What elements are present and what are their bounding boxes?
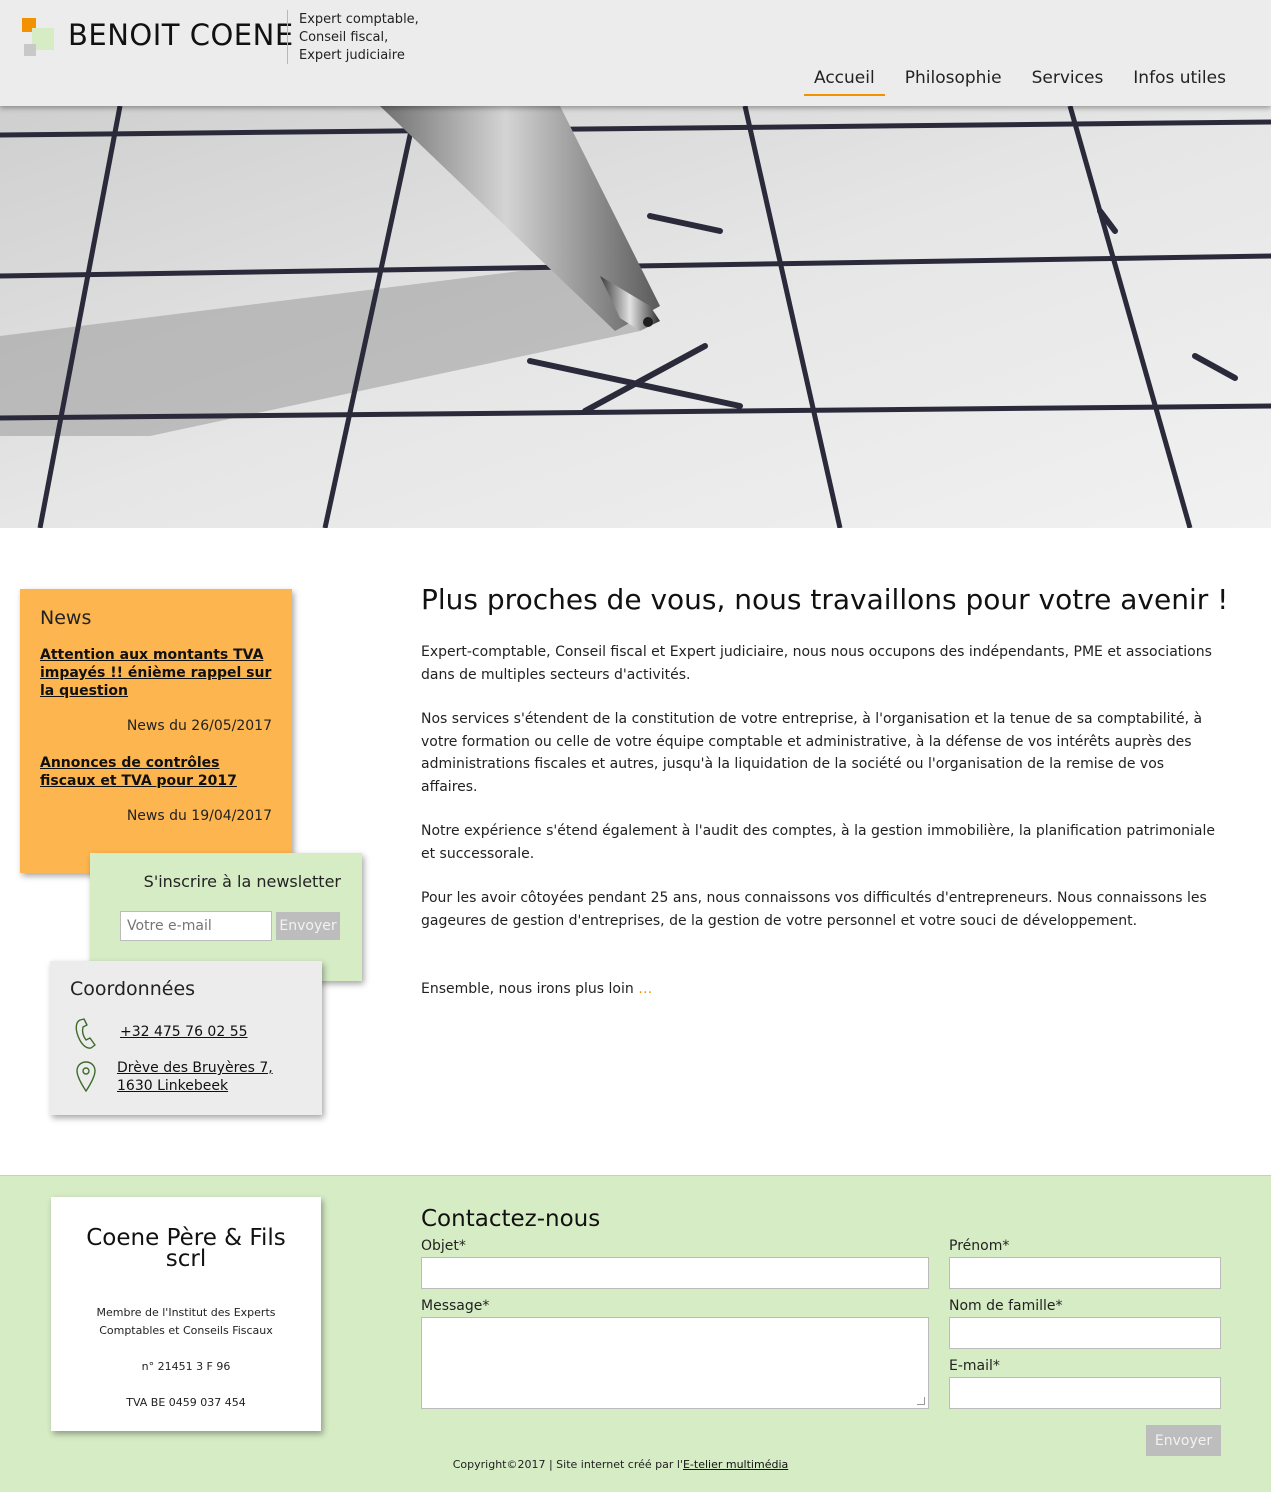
tagline-line: Conseil fiscal,: [299, 30, 389, 45]
tagline-line: Expert judiciaire: [299, 48, 405, 63]
closing-paragraph: Ensemble, nous irons plus loin …: [421, 978, 1221, 1001]
site-tagline: Expert comptable, Conseil fiscal, Expert…: [299, 11, 419, 65]
email-label: E-mail*: [949, 1358, 1000, 1374]
hero-pen-grid-illustration: [0, 106, 1271, 528]
company-registration: n° 21451 3 F 96: [141, 1360, 231, 1373]
copyright-text: Copyright©2017 | Site internet créé par …: [452, 1458, 683, 1471]
site-brand[interactable]: BENOIT COENE: [68, 18, 294, 52]
nav-item-services[interactable]: Services: [1022, 66, 1114, 96]
address-line: Drève des Bruyères 7,: [117, 1060, 273, 1076]
prenom-label: Prénom*: [949, 1238, 1010, 1254]
membership-line: Membre de l'Institut des Experts: [96, 1306, 276, 1319]
message-label: Message*: [421, 1298, 490, 1314]
nav-item-infos-utiles[interactable]: Infos utiles: [1123, 66, 1236, 96]
address-link[interactable]: Drève des Bruyères 7, 1630 Linkebeek: [117, 1059, 273, 1095]
experience-paragraph: Notre expérience s'étend également à l'a…: [421, 823, 1215, 862]
contact-form-title: Contactez-nous: [421, 1206, 601, 1232]
company-membership: Membre de l'Institut des Experts Comptab…: [51, 1304, 321, 1340]
difficulties-paragraph: Pour les avoir côtoyées pendant 25 ans, …: [421, 890, 1207, 929]
nom-input[interactable]: [949, 1317, 1221, 1349]
company-name-line: scrl: [165, 1246, 207, 1272]
news-item-date: News du 26/05/2017: [126, 718, 272, 734]
map-pin-icon: [76, 1061, 96, 1093]
site-header: BENOIT COENE Expert comptable, Conseil f…: [0, 0, 1271, 106]
agency-link[interactable]: E-telier multimédia: [683, 1458, 788, 1471]
company-vat: TVA BE 0459 037 454: [126, 1396, 246, 1409]
newsletter-email-input[interactable]: [120, 911, 272, 941]
page-title: Plus proches de vous, nous travaillons p…: [421, 583, 1229, 616]
intro-paragraph: Expert-comptable, Conseil fiscal et Expe…: [421, 644, 1212, 683]
tagline-line: Expert comptable,: [299, 12, 419, 27]
address-line: 1630 Linkebeek: [117, 1078, 229, 1094]
news-item-link[interactable]: Annonces de contrôles fiscaux et TVA pou…: [40, 754, 272, 790]
news-title: News: [40, 607, 92, 629]
closing-ellipsis: …: [638, 981, 653, 997]
main-nav: Accueil Philosophie Services Infos utile…: [804, 66, 1246, 96]
membership-line: Comptables et Conseils Fiscaux: [99, 1324, 273, 1337]
phone-icon: [75, 1018, 96, 1049]
resize-handle[interactable]: [917, 1397, 925, 1405]
nom-label: Nom de famille*: [949, 1298, 1063, 1314]
contact-card: Coordonnées +32 475 76 02 55 Drève des B…: [50, 961, 322, 1115]
contact-card-title: Coordonnées: [70, 978, 196, 1000]
prenom-input[interactable]: [949, 1257, 1221, 1289]
nav-item-philosophie[interactable]: Philosophie: [895, 66, 1012, 96]
message-textarea[interactable]: [421, 1317, 929, 1409]
objet-label: Objet*: [421, 1238, 466, 1254]
services-paragraph: Nos services s'étendent de la constituti…: [421, 711, 1203, 795]
main-content: Plus proches de vous, nous travaillons p…: [421, 583, 1229, 1023]
news-panel: News Attention aux montants TVA impayés …: [20, 589, 292, 873]
news-item-link[interactable]: Attention aux montants TVA impayés !! én…: [40, 646, 272, 700]
copyright: Copyright©2017 | Site internet créé par …: [0, 1458, 1241, 1471]
site-footer: Coene Père & Fils scrl Membre de l'Insti…: [0, 1175, 1271, 1492]
closing-text: Ensemble, nous irons plus loin: [421, 981, 634, 997]
nav-item-accueil[interactable]: Accueil: [804, 66, 885, 96]
phone-link[interactable]: +32 475 76 02 55: [120, 1024, 248, 1040]
header-divider: [287, 10, 288, 64]
hero-image: [0, 106, 1271, 528]
objet-input[interactable]: [421, 1257, 929, 1289]
email-input[interactable]: [949, 1377, 1221, 1409]
news-item-date: News du 19/04/2017: [126, 808, 272, 824]
logo-icon[interactable]: [20, 18, 56, 58]
contact-submit-button[interactable]: Envoyer: [1146, 1425, 1221, 1456]
newsletter-title: S'inscrire à la newsletter: [143, 872, 341, 891]
newsletter-submit-button[interactable]: Envoyer: [276, 912, 340, 940]
company-card: Coene Père & Fils scrl Membre de l'Insti…: [51, 1197, 321, 1431]
company-name: Coene Père & Fils scrl: [51, 1227, 321, 1272]
